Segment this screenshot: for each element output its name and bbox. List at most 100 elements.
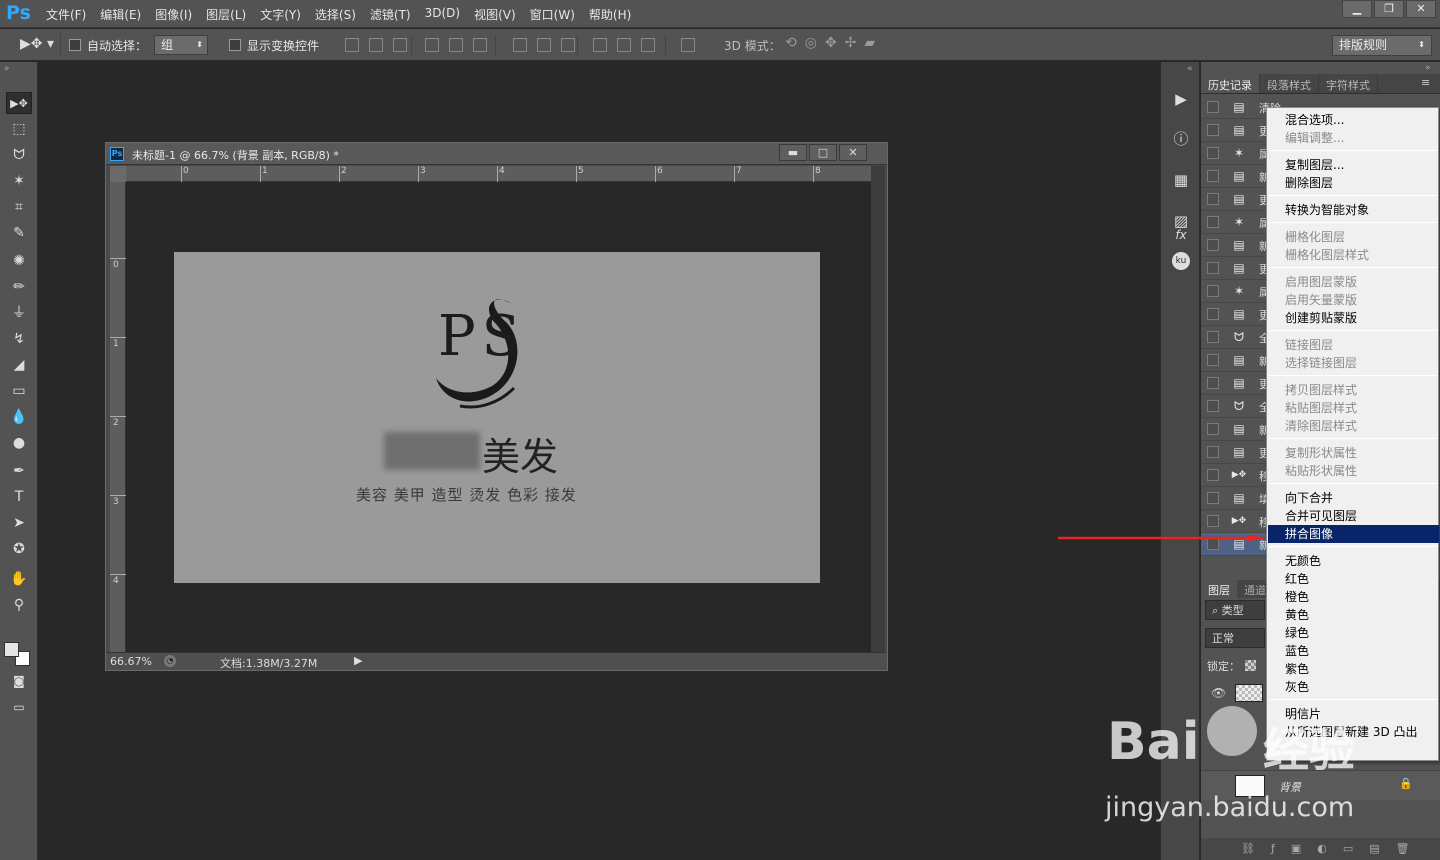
history-snapshot-checkbox[interactable] — [1207, 193, 1219, 205]
close-icon[interactable]: ✕ — [839, 144, 867, 161]
context-menu-item[interactable]: 合并可见图层 — [1268, 507, 1439, 525]
tab-panel[interactable]: 段落样式 — [1260, 74, 1319, 93]
context-menu-item[interactable]: 无颜色 — [1268, 552, 1439, 570]
context-menu-item[interactable]: 向下合并 — [1268, 489, 1439, 507]
lock-transparency-icon[interactable] — [1245, 660, 1256, 671]
context-menu-item[interactable]: 创建剪贴蒙版 — [1268, 309, 1439, 327]
context-menu-item[interactable]: 绿色 — [1268, 624, 1439, 642]
menu-item[interactable]: 图像(I) — [155, 6, 200, 22]
zoom-tool-icon[interactable]: ⚲ — [6, 594, 32, 616]
history-snapshot-checkbox[interactable] — [1207, 285, 1219, 297]
history-snapshot-checkbox[interactable] — [1207, 469, 1219, 481]
history-snapshot-checkbox[interactable] — [1207, 147, 1219, 159]
shape-tool-icon[interactable]: ✪ — [6, 538, 32, 560]
kuler-icon[interactable]: ku — [1172, 252, 1190, 270]
horizontal-ruler[interactable]: 0 1 2 3 4 5 6 7 8 — [126, 166, 871, 182]
history-snapshot-checkbox[interactable] — [1207, 170, 1219, 182]
history-snapshot-checkbox[interactable] — [1207, 124, 1219, 136]
panel-menu-icon[interactable]: ≡ — [1421, 76, 1430, 89]
eraser-icon[interactable]: ◢ — [6, 354, 32, 376]
menu-item[interactable]: 选择(S) — [315, 6, 364, 22]
tab-panel[interactable]: 字符样式 — [1319, 74, 1378, 93]
context-menu-item[interactable]: 橙色 — [1268, 588, 1439, 606]
restore-icon[interactable]: ❐ — [1374, 0, 1404, 18]
move-tool-icon[interactable]: ▶✥ — [6, 92, 32, 114]
layer-filter-dropdown[interactable]: ⌕ 类型 — [1205, 600, 1265, 620]
layers-footer-icons[interactable]: ⛓ƒ▣◐▭▤🗑 — [1201, 838, 1440, 860]
auto-select-checkbox[interactable] — [69, 39, 81, 51]
align-icon[interactable] — [393, 38, 407, 52]
menu-item[interactable]: 帮助(H) — [589, 6, 639, 22]
collapse-icon[interactable]: « — [1187, 64, 1193, 74]
hand-tool-icon[interactable]: ✋ — [6, 568, 32, 590]
marquee-tool-icon[interactable]: ⬚ — [6, 118, 32, 140]
canvas-image[interactable]: PS 美发 美容 美甲 造型 烫发 色彩 接发 — [174, 252, 820, 583]
vertical-ruler[interactable]: 0 1 2 3 4 — [110, 182, 126, 652]
magic-wand-icon[interactable]: ✶ — [6, 170, 32, 192]
play-actions-icon[interactable]: ▶ — [1170, 88, 1192, 110]
eyedropper-icon[interactable]: ✎ — [6, 222, 32, 244]
history-snapshot-checkbox[interactable] — [1207, 400, 1219, 412]
menu-item[interactable]: 滤镜(T) — [370, 6, 419, 22]
menu-item[interactable]: 3D(D) — [425, 6, 468, 22]
history-brush-icon[interactable]: ↯ — [6, 328, 32, 350]
align-icon[interactable] — [513, 38, 527, 52]
collapse-icon[interactable]: » — [1425, 63, 1431, 73]
align-icon[interactable] — [641, 38, 655, 52]
close-icon[interactable]: ✕ — [1406, 0, 1436, 18]
workspace-dropdown[interactable]: 排版规则 ⬍ — [1332, 35, 1432, 56]
lasso-tool-icon[interactable]: ᗢ — [6, 144, 32, 166]
type-tool-icon[interactable]: T — [6, 486, 32, 508]
history-snapshot-checkbox[interactable] — [1207, 216, 1219, 228]
move-tool-preset-icon[interactable]: ▶✥ ▾ — [20, 36, 54, 52]
context-menu-item[interactable]: 黄色 — [1268, 606, 1439, 624]
history-snapshot-checkbox[interactable] — [1207, 423, 1219, 435]
context-menu-item[interactable]: 复制图层... — [1268, 156, 1439, 174]
minimize-icon[interactable]: ▬ — [779, 144, 807, 161]
info-icon[interactable]: ⓘ — [1170, 128, 1192, 150]
fx-styles-icon[interactable]: fx — [1170, 224, 1192, 246]
context-menu-item[interactable]: 混合选项... — [1268, 111, 1439, 129]
pen-icon[interactable]: ✒ — [6, 460, 32, 482]
blur-icon[interactable]: 💧 — [6, 406, 32, 428]
show-transform-checkbox[interactable] — [229, 39, 241, 51]
context-menu-item[interactable]: 拼合图像 — [1268, 525, 1439, 543]
tab-layers[interactable]: 图层 — [1201, 580, 1237, 598]
context-menu-item[interactable]: 灰色 — [1268, 678, 1439, 696]
align-icon[interactable] — [617, 38, 631, 52]
context-menu-item[interactable]: 删除图层 — [1268, 174, 1439, 192]
history-snapshot-checkbox[interactable] — [1207, 262, 1219, 274]
align-icon[interactable] — [561, 38, 575, 52]
dodge-icon[interactable]: ● — [6, 432, 32, 454]
history-snapshot-checkbox[interactable] — [1207, 331, 1219, 343]
screen-mode-icon[interactable]: ▭ — [6, 696, 32, 718]
menu-item[interactable]: 文字(Y) — [260, 6, 309, 22]
gradient-icon[interactable]: ▭ — [6, 380, 32, 402]
collapse-icon[interactable]: » — [4, 64, 10, 74]
eye-icon[interactable]: 👁 — [1211, 686, 1226, 700]
align-icon[interactable] — [537, 38, 551, 52]
minimize-icon[interactable]: ▁ — [1342, 0, 1372, 18]
align-icon[interactable] — [681, 38, 695, 52]
foreground-color-swatch[interactable] — [4, 642, 19, 657]
context-menu-item[interactable]: 转换为智能对象 — [1268, 201, 1439, 219]
history-snapshot-checkbox[interactable] — [1207, 239, 1219, 251]
align-icon[interactable] — [425, 38, 439, 52]
menu-item[interactable]: 窗口(W) — [530, 6, 583, 22]
swatches-icon[interactable]: ▦ — [1170, 169, 1192, 191]
context-menu-item[interactable]: 红色 — [1268, 570, 1439, 588]
crop-tool-icon[interactable]: ⌗ — [6, 196, 32, 218]
history-snapshot-checkbox[interactable] — [1207, 354, 1219, 366]
context-menu-item[interactable]: 蓝色 — [1268, 642, 1439, 660]
menu-item[interactable]: 文件(F) — [46, 6, 94, 22]
history-snapshot-checkbox[interactable] — [1207, 446, 1219, 458]
history-snapshot-checkbox[interactable] — [1207, 492, 1219, 504]
menu-item[interactable]: 视图(V) — [474, 6, 524, 22]
context-menu-item[interactable]: 紫色 — [1268, 660, 1439, 678]
tab-panel[interactable]: 历史记录 — [1201, 74, 1260, 93]
canvas-area[interactable]: PS 美发 美容 美甲 造型 烫发 色彩 接发 — [126, 182, 871, 652]
brush-icon[interactable]: ✏ — [6, 276, 32, 298]
zoom-level[interactable]: 66.67% — [110, 655, 152, 668]
share-icon[interactable]: ◔ — [164, 655, 176, 667]
healing-brush-icon[interactable]: ✺ — [6, 250, 32, 272]
